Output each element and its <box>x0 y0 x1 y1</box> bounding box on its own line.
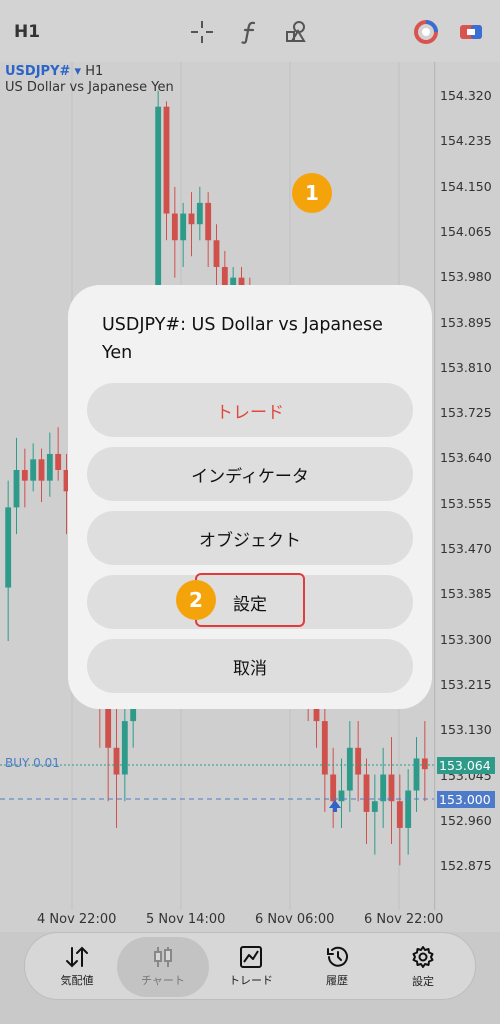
symbol-code: USDJPY# <box>5 64 71 79</box>
price-tick: 153.895 <box>440 314 492 330</box>
chart-icon <box>154 947 172 967</box>
candle-body <box>46 453 53 481</box>
time-tick: 6 Nov 06:00 <box>255 912 335 927</box>
price-tick: 152.960 <box>440 812 492 828</box>
buy-position-label[interactable]: BUY 0.01 <box>5 756 60 770</box>
nav-label: 気配値 <box>60 974 94 987</box>
nav-label: 設定 <box>412 975 434 988</box>
one-click-trade-icon[interactable] <box>457 18 485 46</box>
price-axis: 154.320 154.235 154.150 154.065 153.980 153.8… <box>436 62 500 910</box>
bottom-nav-area: 気配値 チャート トレード 履歴 設定 <box>0 932 500 1024</box>
candle-body <box>163 106 170 214</box>
candle-body <box>188 213 195 225</box>
candle-body <box>346 747 353 791</box>
candle-body <box>196 202 203 225</box>
candle-body <box>388 774 395 802</box>
price-tick: 153.215 <box>440 676 492 692</box>
nav-label: チャート <box>141 974 185 987</box>
candle-body <box>13 469 20 508</box>
candle-body <box>121 721 128 775</box>
history-icon <box>327 946 348 967</box>
chart-timeframe: H1 <box>85 64 104 79</box>
candle-body <box>55 453 62 470</box>
price-tick: 153.555 <box>440 495 492 511</box>
step-badge-1: 1 <box>292 173 332 213</box>
candle-body <box>180 213 187 241</box>
price-tick: 153.980 <box>440 269 492 285</box>
symbol-description: US Dollar vs Japanese Yen <box>5 80 174 95</box>
price-tick: 153.300 <box>440 631 492 647</box>
objects-icon[interactable] <box>283 18 311 46</box>
price-tick: 153.640 <box>440 450 492 466</box>
candle-body <box>38 459 45 481</box>
time-axis: 4 Nov 22:00 5 Nov 14:00 6 Nov 06:00 6 No… <box>0 910 500 932</box>
timeframe-button[interactable]: H1 <box>14 22 40 42</box>
candle-body <box>330 774 337 802</box>
settings-icon <box>412 946 434 968</box>
symbol-header[interactable]: USDJPY# ▾ H1 <box>5 64 103 79</box>
price-tick: 154.065 <box>440 223 492 239</box>
candle-body <box>21 469 28 481</box>
candle-body <box>338 790 345 802</box>
candle-body <box>380 774 387 802</box>
candle-body <box>413 758 420 791</box>
candle-body <box>321 721 328 775</box>
buy-price-tag: 153.000 <box>437 791 495 808</box>
quotes-icon <box>66 946 88 968</box>
nav-item-trade[interactable]: トレード <box>205 937 297 997</box>
price-tick: 154.320 <box>440 88 492 103</box>
nav-item-quotes[interactable]: 気配値 <box>31 937 123 997</box>
indicators-menu-button[interactable]: インディケータ <box>87 447 413 501</box>
time-tick: 6 Nov 22:00 <box>364 912 444 927</box>
nav-label: トレード <box>229 974 273 987</box>
candle-body <box>30 459 37 481</box>
nav-label: 履歴 <box>326 974 348 987</box>
price-tick: 153.130 <box>440 722 492 738</box>
crosshair-icon[interactable] <box>188 18 216 46</box>
candle-body <box>371 801 378 812</box>
candle-body <box>396 801 403 828</box>
candle-body <box>5 507 12 588</box>
price-tick: 153.470 <box>440 541 492 556</box>
current-price-tag: 153.064 <box>437 757 495 774</box>
time-tick: 5 Nov 14:00 <box>146 912 226 927</box>
nav-item-settings[interactable]: 設定 <box>377 937 469 997</box>
candle-body <box>213 240 220 267</box>
menu-title: USDJPY#: US Dollar vs Japanese Yen <box>102 315 383 363</box>
price-tick: 153.810 <box>440 359 492 375</box>
top-toolbar: H1 <box>0 0 500 62</box>
price-tick: 153.725 <box>440 405 492 421</box>
function-icon[interactable] <box>236 18 264 46</box>
objects-menu-button[interactable]: オブジェクト <box>87 511 413 565</box>
price-tick: 152.875 <box>440 858 492 874</box>
candle-body <box>363 774 370 812</box>
price-tick: 154.235 <box>440 133 492 149</box>
chart-context-menu: USDJPY#: US Dollar vs Japanese Yen トレード … <box>68 285 432 709</box>
price-tick: 153.385 <box>440 586 492 602</box>
candle-body <box>171 213 178 241</box>
candle-body <box>113 747 120 775</box>
cancel-menu-button[interactable]: 取消 <box>87 639 413 693</box>
time-tick: 4 Nov 22:00 <box>37 912 117 927</box>
step-badge-2: 2 <box>176 580 216 620</box>
candle-body <box>355 747 362 775</box>
candle-body <box>421 758 428 770</box>
account-icon[interactable] <box>412 18 440 46</box>
price-tick: 154.150 <box>440 178 492 194</box>
symbol-dropdown-icon[interactable]: ▾ <box>75 64 82 79</box>
candle-body <box>205 202 212 241</box>
buy-arrow-icon <box>329 800 341 812</box>
bottom-nav: 気配値 チャート トレード 履歴 設定 <box>24 932 476 1000</box>
nav-item-chart[interactable]: チャート <box>117 937 209 997</box>
candle-body <box>405 790 412 828</box>
trade-menu-button[interactable]: トレード <box>87 383 413 437</box>
nav-item-history[interactable]: 履歴 <box>291 937 383 997</box>
trade-icon <box>240 946 262 968</box>
